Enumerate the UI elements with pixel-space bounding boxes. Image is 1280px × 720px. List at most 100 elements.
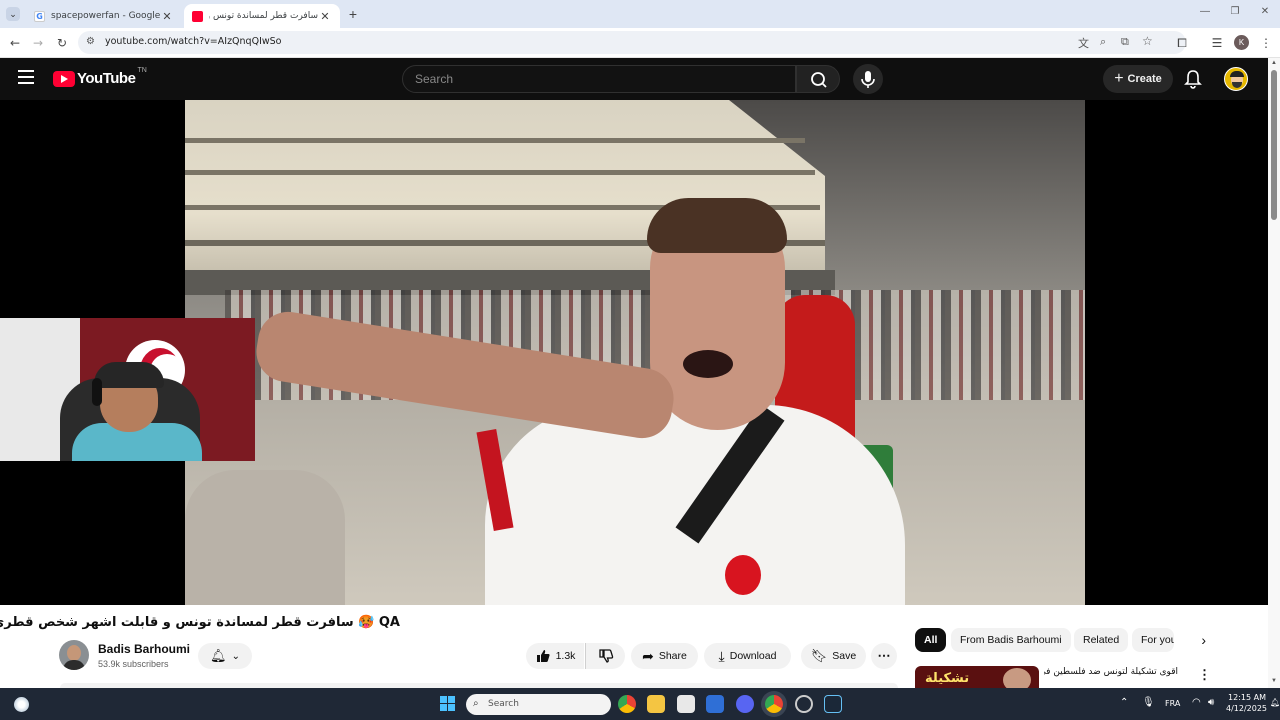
chevron-right-icon[interactable]: › (1178, 631, 1206, 651)
app-icon-blue[interactable] (706, 695, 724, 713)
steam-icon[interactable] (824, 695, 842, 713)
file-explorer-icon[interactable] (647, 695, 665, 713)
streamer-webcam-overlay (0, 318, 255, 461)
chip-all[interactable]: All (915, 628, 947, 652)
maximize-button[interactable]: ❐ (1226, 6, 1244, 17)
extensions-icon[interactable]: ⧠ (1173, 34, 1191, 52)
bookmark-star-icon[interactable]: ☆ (1142, 34, 1153, 48)
close-tab-icon[interactable]: ✕ (160, 10, 174, 23)
address-bar[interactable]: ⚙ youtube.com/watch?v=AIzQnqQIwSo 文 ⌕ ⧉ … (78, 31, 1186, 54)
account-avatar[interactable] (1224, 67, 1248, 91)
profile-avatar[interactable]: K (1234, 35, 1249, 50)
chip-for-you[interactable]: For you (1132, 628, 1174, 652)
language-indicator[interactable]: FRA (1165, 699, 1180, 708)
download-label: Download (729, 650, 777, 662)
wifi-icon[interactable]: ◠ (1192, 697, 1201, 708)
scroll-up-arrow[interactable]: ▲ (1271, 60, 1277, 66)
watch-metadata: QA 🥵 سافرت قطر لمساندة تونس و قابلت اشهر… (0, 605, 1268, 688)
dislike-button[interactable] (585, 643, 625, 669)
chip-related[interactable]: Related (1074, 628, 1129, 652)
save-label: Save (832, 650, 857, 662)
tab-google-search[interactable]: G spacepowerfan - Google Search ✕ (26, 4, 182, 28)
recommendation-thumbnail[interactable]: تشكيلة (915, 666, 1039, 688)
notifications-button[interactable] (1184, 69, 1202, 94)
close-tab-icon[interactable]: ✕ (318, 10, 332, 23)
clock-date: 4/12/2025 (1226, 704, 1268, 713)
bell-icon: 🔔︎ (210, 648, 227, 663)
more-vertical-icon[interactable]: ⋮ (1198, 667, 1211, 683)
youtube-icon (192, 10, 203, 22)
clock[interactable]: 12:15 AM 4/12/2025 (1226, 692, 1268, 714)
vlogger-hair (647, 198, 787, 253)
volume-icon[interactable]: 🔊︎ (1208, 697, 1214, 708)
subscriber-count: 53.9k subscribers (98, 659, 169, 669)
search-input[interactable]: Search (402, 65, 796, 93)
discord-icon[interactable] (736, 695, 754, 713)
video-frame[interactable] (185, 100, 1085, 605)
voice-search-button[interactable] (853, 64, 883, 94)
forward-icon[interactable]: → (29, 34, 47, 52)
back-icon[interactable]: ← (6, 34, 24, 52)
thumbs-up-icon (536, 650, 550, 662)
reading-list-icon[interactable]: ☰ (1208, 34, 1226, 52)
browser-toolbar: ← → ↻ ⚙ youtube.com/watch?v=AIzQnqQIwSo … (0, 28, 1280, 58)
close-window-button[interactable]: ✕ (1256, 6, 1274, 17)
new-tab-button[interactable]: + (345, 5, 361, 23)
taskbar-search-icon: ⌕ (473, 698, 479, 709)
plus-icon: + (1114, 70, 1124, 87)
tab-title: سافرت قطر لمساندة تونس و قابا (209, 11, 318, 21)
windows-start-icon[interactable] (440, 696, 456, 712)
site-info-icon[interactable]: ⚙ (86, 36, 95, 47)
youtube-play-logo-icon (53, 70, 75, 87)
microsoft-store-icon[interactable] (677, 695, 695, 713)
notification-center-icon[interactable]: 🔔︎ (1270, 698, 1280, 707)
channel-avatar[interactable] (59, 640, 89, 670)
create-button[interactable]: + Create (1103, 65, 1173, 93)
streamer-cap (94, 362, 164, 388)
obs-icon[interactable] (795, 695, 813, 713)
share-label: Share (658, 650, 687, 662)
tray-overflow-icon[interactable]: ⌃ (1120, 697, 1128, 708)
save-button[interactable]: 🔖︎ Save (801, 643, 866, 669)
tab-youtube-video[interactable]: سافرت قطر لمساندة تونس و قابا ✕ (184, 4, 340, 28)
reload-icon[interactable]: ↻ (53, 34, 71, 52)
vlogger-mouth (683, 350, 733, 378)
browser-menu-icon[interactable]: ⋮ (1257, 34, 1275, 52)
tab-search-icon[interactable]: ⌄ (6, 7, 20, 21)
chip-from-channel[interactable]: From Badis Barhoumi (951, 628, 1071, 652)
minimize-button[interactable]: — (1196, 6, 1214, 17)
bookmark-icon: 🔖︎ (810, 648, 828, 663)
more-horizontal-icon: ⋯ (877, 648, 891, 663)
share-icon: ➦ (642, 647, 654, 664)
thumbs-down-icon (598, 649, 613, 663)
thumbnail-face (1003, 668, 1031, 688)
more-actions-button[interactable]: ⋯ (871, 643, 897, 669)
install-app-icon[interactable]: ⧉ (1121, 35, 1129, 49)
channel-name[interactable]: Badis Barhoumi (98, 642, 190, 656)
bell-icon (1184, 70, 1202, 89)
search-button[interactable] (796, 65, 840, 93)
tab-title: spacepowerfan - Google Search (51, 11, 160, 21)
search-icon (811, 72, 827, 88)
scrollbar-thumb[interactable] (1271, 70, 1277, 220)
chrome-active-icon[interactable] (765, 695, 783, 713)
stadium-stripe (185, 138, 805, 143)
share-button[interactable]: ➦ Share (631, 643, 698, 669)
like-button[interactable]: 1.3k (526, 643, 584, 669)
google-icon: G (34, 10, 45, 22)
subscription-bell-button[interactable]: 🔔︎ ⌄ (198, 643, 252, 669)
widgets-icon[interactable] (14, 697, 29, 712)
download-button[interactable]: ⤓ Download (704, 643, 791, 669)
taskbar-search-input[interactable]: Search (466, 694, 611, 715)
microphone-tray-icon[interactable]: 🎙︎ (1142, 697, 1155, 708)
recommendation-title[interactable]: أقوى تشكيلة لتونس ضد فلسطين في كأس العرب (1044, 667, 1178, 685)
chrome-icon[interactable] (618, 695, 636, 713)
zoom-icon[interactable]: ⌕ (1100, 35, 1106, 49)
windows-taskbar: Search ⌕ ⌃ 🎙︎ FRA ◠ 🔊︎ 12:15 AM 4/12/202… (0, 688, 1280, 720)
page-scrollbar[interactable]: ▲ ▼ (1268, 58, 1280, 688)
scroll-down-arrow[interactable]: ▼ (1271, 678, 1277, 684)
hamburger-menu-icon[interactable] (18, 70, 34, 84)
url-text: youtube.com/watch?v=AIzQnqQIwSo (105, 36, 282, 47)
translate-icon[interactable]: 文 (1078, 35, 1089, 51)
youtube-logo[interactable]: YouTube TN (53, 67, 147, 87)
